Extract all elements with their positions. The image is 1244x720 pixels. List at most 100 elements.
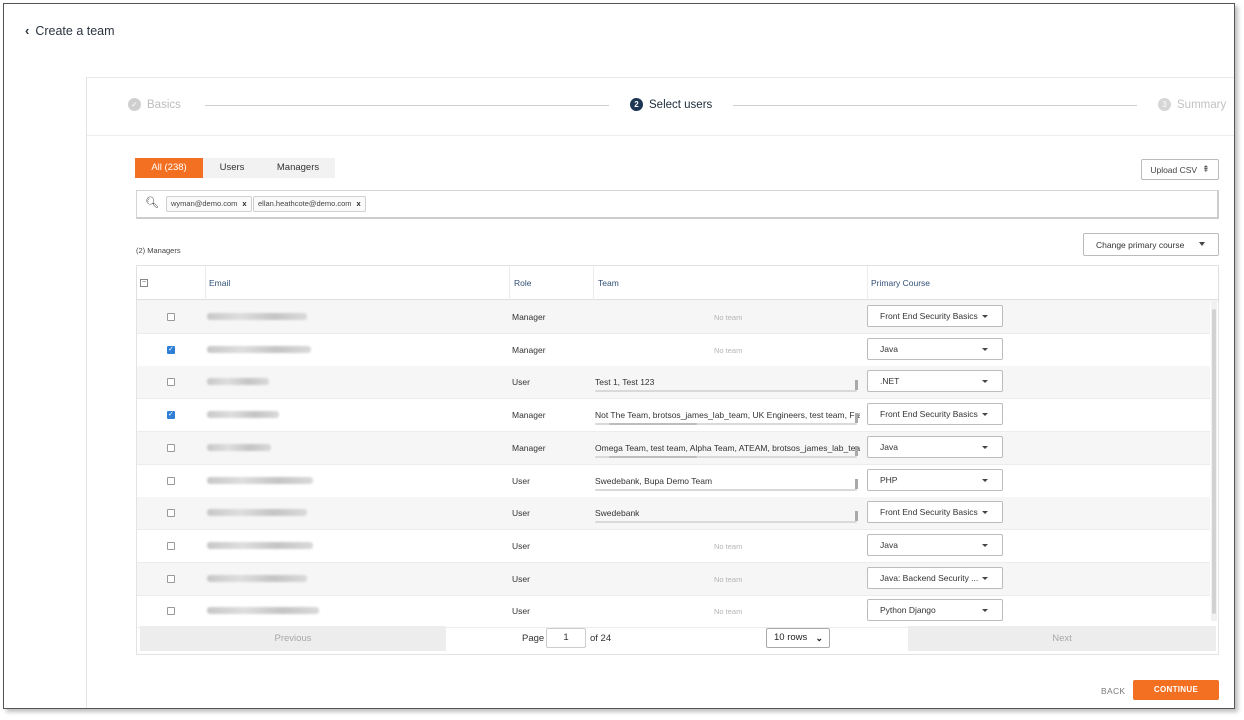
row-checkbox[interactable] bbox=[167, 541, 175, 550]
primary-course-select[interactable]: Python Django bbox=[867, 599, 1003, 622]
email-redacted bbox=[207, 313, 307, 320]
caret-down-icon bbox=[1199, 242, 1205, 246]
chip-label: wyman@demo.com bbox=[171, 199, 238, 208]
team-cell-scroll-thumb[interactable] bbox=[609, 455, 697, 458]
team-cell-vertical-scroll[interactable] bbox=[855, 511, 858, 522]
table-scrollbar[interactable] bbox=[1211, 301, 1217, 621]
column-header-email[interactable]: Email bbox=[209, 278, 230, 288]
search-chip: ellan.heathcote@demo.com x bbox=[253, 196, 366, 212]
team-cell-vertical-scroll[interactable] bbox=[855, 478, 858, 489]
caret-down-icon bbox=[982, 576, 988, 580]
back-button[interactable]: BACK bbox=[1101, 686, 1125, 696]
role-cell: User bbox=[512, 475, 530, 486]
team-cell: No team bbox=[714, 345, 743, 355]
primary-course-select[interactable]: Java bbox=[867, 337, 1003, 360]
row-checkbox[interactable] bbox=[167, 378, 175, 387]
user-search-input[interactable]: 🔍︎ wyman@demo.com x ellan.heathcote@demo… bbox=[136, 190, 1219, 219]
step-number: 2 bbox=[630, 98, 643, 111]
team-cell: Swedebank, Bupa Demo Team bbox=[595, 475, 713, 486]
primary-course-value: Java bbox=[880, 343, 898, 354]
table-row[interactable]: User Swedebank Front End Security Basics bbox=[137, 497, 1210, 531]
role-cell: User bbox=[512, 573, 530, 584]
email-redacted bbox=[207, 411, 279, 419]
previous-page-button[interactable]: Previous bbox=[140, 626, 446, 651]
select-all-checkbox[interactable]: − bbox=[140, 279, 148, 287]
primary-course-value: Java: Backend Security ... bbox=[880, 572, 979, 583]
email-redacted bbox=[207, 607, 319, 615]
caret-down-icon bbox=[982, 380, 988, 384]
primary-course-value: Python Django bbox=[880, 605, 936, 616]
table-row[interactable]: User Test 1, Test 123 .NET bbox=[137, 366, 1210, 400]
column-divider bbox=[867, 266, 868, 300]
rows-per-page-select[interactable]: 10 rows ⌄ bbox=[766, 628, 830, 648]
step-select-users[interactable]: 2 Select users bbox=[630, 98, 712, 111]
wizard-stepper: ✓ Basics 2 Select users 3 Summary bbox=[87, 78, 1234, 136]
role-cell: User bbox=[512, 540, 530, 551]
page-number-input[interactable]: 1 bbox=[546, 628, 586, 648]
row-checkbox[interactable] bbox=[167, 574, 175, 583]
upload-csv-label: Upload CSV bbox=[1150, 164, 1198, 175]
change-course-label: Change primary course bbox=[1096, 239, 1185, 250]
change-primary-course-dropdown[interactable]: Change primary course bbox=[1083, 233, 1219, 256]
upload-icon: ⇞ bbox=[1202, 164, 1210, 174]
column-header-primary-course[interactable]: Primary Course bbox=[871, 278, 930, 288]
step-divider bbox=[205, 105, 609, 106]
team-cell-vertical-scroll[interactable] bbox=[855, 380, 858, 391]
user-filter-tabs: All (238) Users Managers bbox=[135, 158, 335, 178]
row-checkbox[interactable] bbox=[167, 476, 175, 485]
row-checkbox[interactable] bbox=[167, 607, 175, 616]
step-basics[interactable]: ✓ Basics bbox=[128, 98, 181, 111]
table-row[interactable]: Manager Not The Team, brotsos_james_lab_t… bbox=[137, 399, 1210, 433]
primary-course-select[interactable]: Front End Security Basics bbox=[867, 403, 1003, 426]
back-to-teams-link[interactable]: ‹ Create a team bbox=[25, 23, 115, 38]
email-redacted bbox=[207, 541, 313, 549]
page-label: Page bbox=[522, 633, 545, 644]
column-header-team[interactable]: Team bbox=[598, 278, 619, 288]
team-cell-scrollbar[interactable] bbox=[595, 390, 857, 393]
table-row[interactable]: User No team Java: Backend Security ... bbox=[137, 562, 1210, 596]
table-row[interactable]: Manager No team Java bbox=[137, 334, 1210, 367]
continue-button[interactable]: CONTINUE bbox=[1133, 680, 1219, 700]
table-row[interactable]: Manager No team Front End Security Basics bbox=[137, 301, 1210, 334]
step-summary[interactable]: 3 Summary bbox=[1158, 98, 1226, 111]
step-divider bbox=[733, 105, 1137, 106]
row-checkbox[interactable] bbox=[167, 443, 175, 452]
primary-course-value: Front End Security Basics bbox=[880, 507, 978, 518]
role-cell: Manager bbox=[512, 312, 546, 322]
team-cell-vertical-scroll[interactable] bbox=[855, 413, 858, 424]
team-cell-scrollbar[interactable] bbox=[595, 488, 857, 491]
close-icon[interactable]: x bbox=[242, 197, 246, 211]
primary-course-select[interactable]: PHP bbox=[867, 468, 1003, 491]
row-checkbox[interactable] bbox=[167, 345, 175, 354]
team-cell-scroll-thumb[interactable] bbox=[609, 423, 697, 426]
chevron-down-icon: ⌄ bbox=[815, 633, 823, 643]
tab-managers[interactable]: Managers bbox=[261, 158, 335, 178]
primary-course-select[interactable]: Front End Security Basics bbox=[867, 501, 1003, 524]
table-row[interactable]: User No team Java bbox=[137, 530, 1210, 563]
tab-all[interactable]: All (238) bbox=[135, 158, 203, 178]
team-cell-vertical-scroll[interactable] bbox=[855, 445, 858, 456]
table-row[interactable]: User Swedebank, Bupa Demo Team PHP bbox=[137, 465, 1210, 498]
team-cell-scrollbar[interactable] bbox=[595, 521, 857, 524]
primary-course-select[interactable]: .NET bbox=[867, 370, 1003, 393]
team-cell: Not The Team, brotsos_james_lab_team, UK… bbox=[595, 410, 860, 421]
primary-course-select[interactable]: Java: Backend Security ... bbox=[867, 566, 1003, 589]
primary-course-select[interactable]: Front End Security Basics bbox=[867, 305, 1003, 327]
close-icon[interactable]: x bbox=[357, 197, 361, 211]
row-checkbox[interactable] bbox=[167, 313, 175, 321]
wizard-card: ✓ Basics 2 Select users 3 Summary All (2… bbox=[86, 77, 1234, 708]
page-title: Create a team bbox=[35, 23, 115, 38]
primary-course-value: PHP bbox=[880, 474, 898, 485]
pagination: Previous Page 1 of 24 10 rows ⌄ Next bbox=[136, 623, 1219, 653]
row-checkbox[interactable] bbox=[167, 509, 175, 518]
scrollbar-thumb[interactable] bbox=[1212, 309, 1216, 614]
next-page-button[interactable]: Next bbox=[908, 626, 1216, 651]
primary-course-select[interactable]: Java bbox=[867, 435, 1003, 458]
primary-course-select[interactable]: Java bbox=[867, 533, 1003, 556]
column-header-role[interactable]: Role bbox=[514, 278, 531, 288]
table-row[interactable]: Manager Omega Team, test team, Alpha Team… bbox=[137, 431, 1210, 465]
upload-csv-button[interactable]: Upload CSV ⇞ bbox=[1141, 159, 1219, 180]
email-redacted bbox=[207, 509, 307, 517]
row-checkbox[interactable] bbox=[167, 410, 175, 420]
tab-users[interactable]: Users bbox=[203, 158, 261, 178]
